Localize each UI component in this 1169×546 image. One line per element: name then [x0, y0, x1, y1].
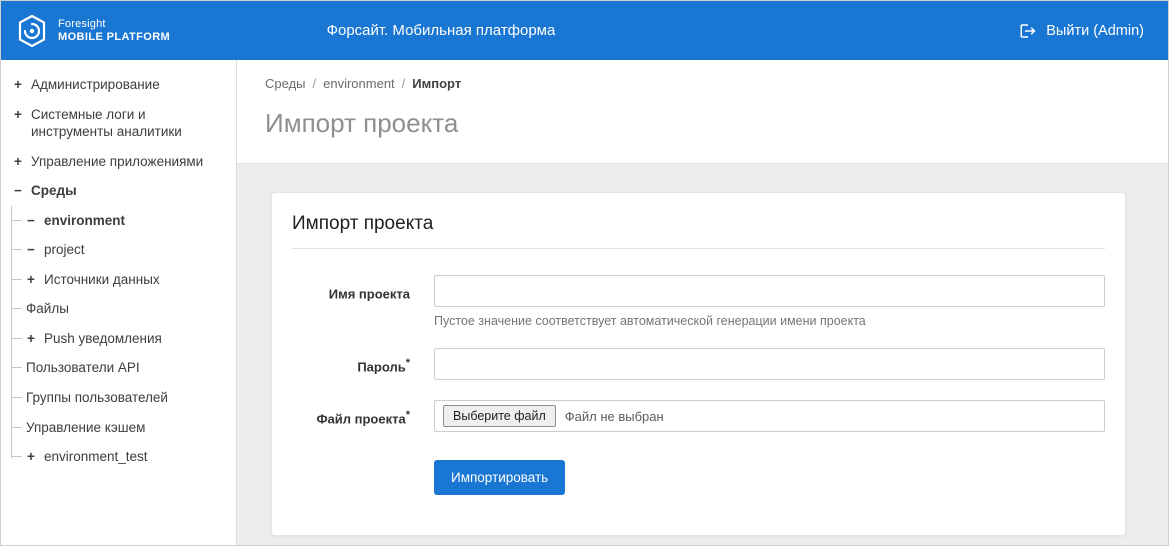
import-project-card: Импорт проекта Имя проекта Пустое значен… [271, 192, 1126, 536]
project-name-help: Пустое значение соответствует автоматиче… [434, 314, 1105, 328]
required-mark: * [406, 409, 410, 421]
expand-icon[interactable]: + [26, 330, 36, 348]
page-title: Импорт проекта [265, 108, 1140, 139]
project-file-label: Файл проекта* [292, 400, 410, 427]
top-header: Foresight MOBILE PLATFORM Форсайт. Мобил… [1, 1, 1168, 60]
breadcrumb-import-current: Импорт [412, 76, 461, 91]
expand-icon[interactable]: + [13, 153, 23, 171]
sidebar-item-app-management[interactable]: + Управление приложениями [11, 147, 228, 177]
logout-icon [1019, 22, 1037, 40]
sidebar-item-label: Группы пользователей [26, 389, 226, 407]
expand-icon[interactable]: + [13, 76, 23, 94]
main-area: Среды / environment / Импорт Импорт прое… [237, 60, 1168, 545]
project-name-row: Имя проекта Пустое значение соответствуе… [292, 275, 1105, 328]
breadcrumb-separator: / [313, 76, 317, 91]
sidebar: + Администрирование + Системные логи и и… [1, 60, 237, 545]
spacer [292, 460, 410, 495]
project-name-field-wrap: Пустое значение соответствует автоматиче… [434, 275, 1105, 328]
password-label: Пароль* [292, 348, 410, 375]
foresight-logo-icon [15, 14, 49, 48]
project-name-label: Имя проекта [292, 275, 410, 302]
label-text: Файл проекта [316, 411, 405, 426]
sidebar-item-label: environment_test [44, 448, 226, 466]
project-name-input[interactable] [434, 275, 1105, 307]
sidebar-item-files[interactable]: Файлы [11, 294, 228, 324]
foresight-logo[interactable]: Foresight MOBILE PLATFORM [15, 14, 170, 48]
nav-subtree-environments: − environment − project [11, 206, 228, 472]
sidebar-item-project[interactable]: − project [11, 235, 228, 265]
sidebar-item-label: Управление кэшем [26, 419, 226, 437]
label-text: Имя проекта [329, 286, 410, 301]
nav-tree: + Администрирование + Системные логи и и… [11, 70, 228, 472]
password-row: Пароль* [292, 348, 1105, 380]
app-window: Foresight MOBILE PLATFORM Форсайт. Мобил… [0, 0, 1169, 546]
sidebar-item-label: Администрирование [31, 76, 226, 94]
sidebar-item-data-sources[interactable]: + Источники данных [11, 265, 228, 295]
file-input[interactable]: Выберите файл Файл не выбран [434, 400, 1105, 432]
expand-icon[interactable]: + [26, 448, 36, 466]
project-file-field-wrap: Выберите файл Файл не выбран [434, 400, 1105, 432]
nav-subtree-environment: − project + Источники данных [11, 235, 228, 442]
sidebar-item-administration[interactable]: + Администрирование [11, 70, 228, 100]
sidebar-item-push-notifications[interactable]: + Push уведомления [11, 324, 228, 354]
card-header: Импорт проекта [292, 213, 1105, 249]
card-title: Импорт проекта [292, 213, 1105, 235]
breadcrumb-environment[interactable]: environment [323, 76, 395, 91]
collapse-icon[interactable]: − [26, 241, 36, 259]
sidebar-item-environment[interactable]: − environment [11, 206, 228, 236]
sidebar-item-api-users[interactable]: Пользователи API [11, 353, 228, 383]
import-button[interactable]: Импортировать [434, 460, 565, 495]
sidebar-item-label: project [44, 241, 226, 259]
password-field-wrap [434, 348, 1105, 380]
breadcrumb-separator: / [402, 76, 406, 91]
breadcrumb: Среды / environment / Импорт [265, 76, 1140, 91]
logo-text: Foresight MOBILE PLATFORM [58, 18, 170, 43]
breadcrumb-environments[interactable]: Среды [265, 76, 306, 91]
choose-file-button[interactable]: Выберите файл [443, 405, 556, 427]
sidebar-item-environments[interactable]: − Среды [11, 176, 228, 206]
label-text: Пароль [357, 359, 405, 374]
app-title: Форсайт. Мобильная платформа [327, 22, 556, 39]
page-header: Среды / environment / Импорт Импорт прое… [237, 60, 1168, 164]
project-file-row: Файл проекта* Выберите файл Файл не выбр… [292, 400, 1105, 432]
logo-line1: Foresight [58, 18, 170, 31]
file-status-text: Файл не выбран [565, 409, 664, 424]
expand-icon[interactable]: + [26, 271, 36, 289]
sidebar-item-label: Системные логи и инструменты аналитики [31, 106, 226, 141]
sidebar-item-label: Файлы [26, 300, 226, 318]
sidebar-item-label: environment [44, 212, 226, 230]
sidebar-item-label: Источники данных [44, 271, 226, 289]
sidebar-item-environment-test[interactable]: + environment_test [11, 442, 228, 472]
collapse-icon[interactable]: − [26, 212, 36, 230]
logout-label: Выйти (Admin) [1046, 23, 1144, 39]
submit-row: Импортировать [292, 460, 1105, 495]
logout-button[interactable]: Выйти (Admin) [1019, 22, 1144, 40]
required-mark: * [406, 357, 410, 369]
sidebar-item-user-groups[interactable]: Группы пользователей [11, 383, 228, 413]
password-input[interactable] [434, 348, 1105, 380]
sidebar-item-label: Пользователи API [26, 359, 226, 377]
nav-subtree-project: + Источники данных Файлы [11, 265, 228, 442]
content-area: Импорт проекта Имя проекта Пустое значен… [237, 164, 1168, 545]
collapse-icon[interactable]: − [13, 182, 23, 200]
logo-line2: MOBILE PLATFORM [58, 31, 170, 44]
sidebar-item-cache-management[interactable]: Управление кэшем [11, 413, 228, 443]
sidebar-item-label: Push уведомления [44, 330, 226, 348]
sidebar-item-label: Среды [31, 182, 226, 200]
expand-icon[interactable]: + [13, 106, 23, 124]
sidebar-item-system-logs[interactable]: + Системные логи и инструменты аналитики [11, 100, 228, 147]
sidebar-item-label: Управление приложениями [31, 153, 226, 171]
